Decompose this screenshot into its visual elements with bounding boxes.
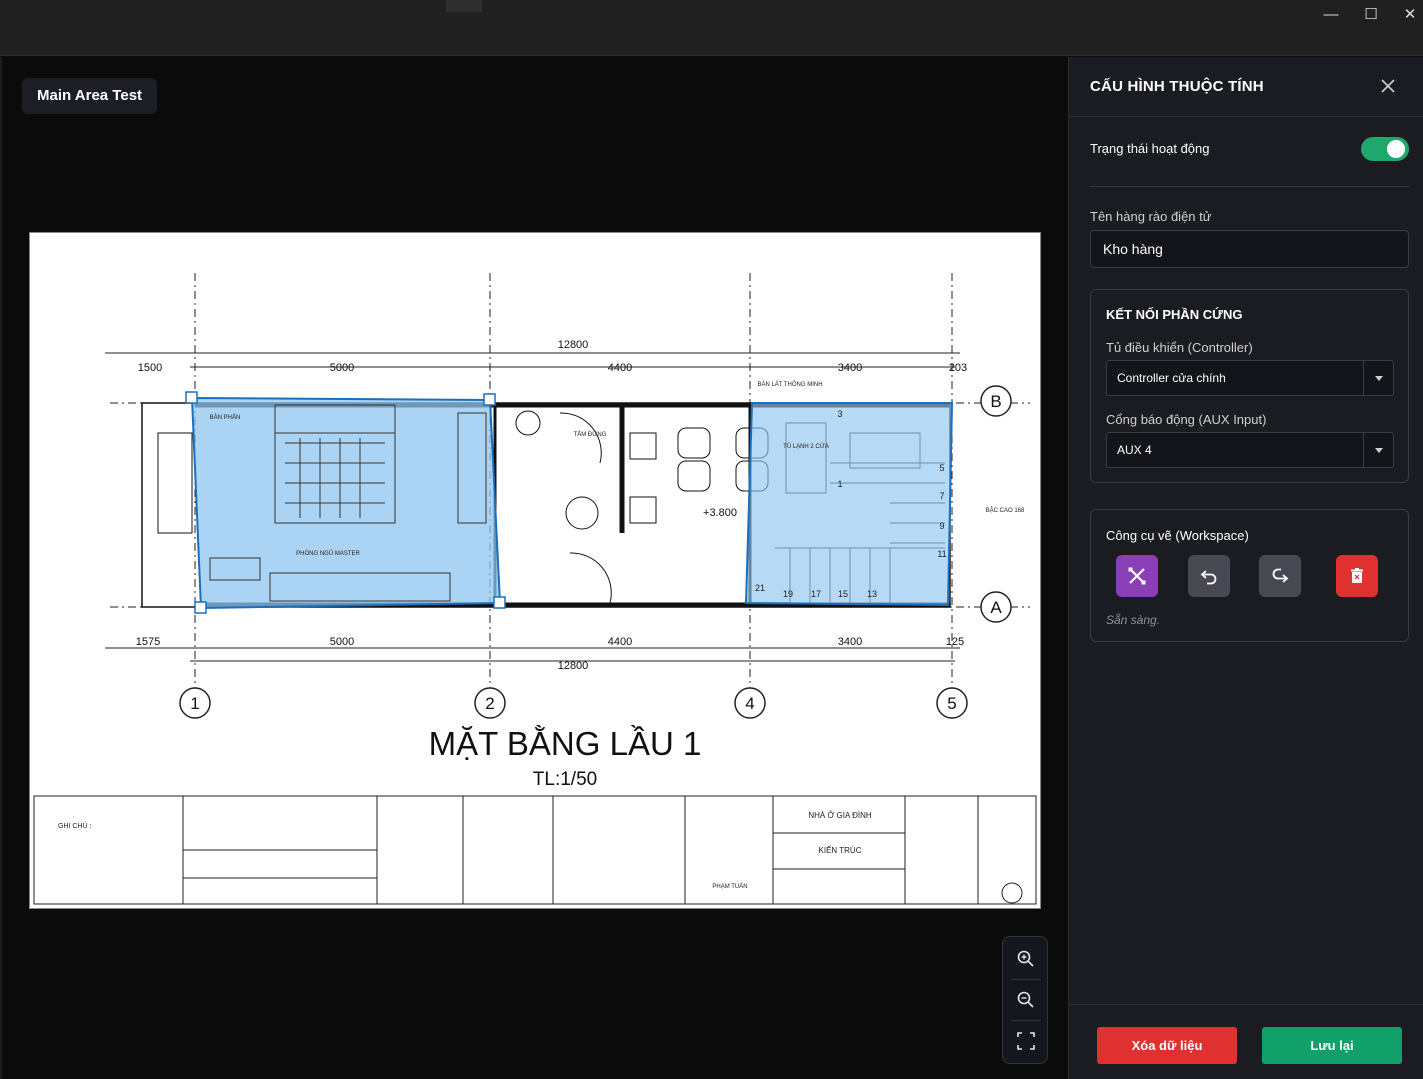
- dim-top-1: 5000: [330, 362, 354, 374]
- aux-label: Cổng báo động (AUX Input): [1106, 412, 1267, 427]
- designer-label: PHẠM TUẤN: [712, 883, 747, 890]
- draw-tool-button[interactable]: [1116, 555, 1158, 597]
- dim-top-3: 3400: [838, 362, 862, 374]
- section-divider: [1090, 186, 1409, 187]
- controller-dropdown-toggle[interactable]: [1363, 361, 1393, 395]
- delete-shape-button[interactable]: [1336, 555, 1378, 597]
- notes-title: GHI CHÚ :: [58, 821, 92, 830]
- room-label: BẬC CAO 168: [986, 507, 1025, 514]
- floor-plan-drawing[interactable]: 1 2 4 5 B A 12800 1500 5000 4400 3400 20…: [29, 232, 1041, 909]
- undo-button[interactable]: [1188, 555, 1230, 597]
- controller-select[interactable]: Controller cửa chính: [1106, 360, 1394, 396]
- titlebar-tab[interactable]: [446, 0, 482, 12]
- clear-data-button[interactable]: Xóa dữ liệu: [1097, 1027, 1237, 1064]
- room-label: TẮM ĐỨNG: [574, 430, 607, 438]
- aux-dropdown-toggle[interactable]: [1363, 433, 1393, 467]
- controller-label: Tủ điều khiển (Controller): [1106, 340, 1253, 355]
- zoom-out-icon: [1017, 991, 1034, 1008]
- workspace-status: Sẵn sàng.: [1106, 613, 1161, 627]
- category-label: KIẾN TRÚC: [819, 845, 862, 855]
- stair-number: 1: [837, 479, 842, 489]
- dim-bottom-3: 3400: [838, 636, 862, 648]
- stair-number: 21: [755, 583, 765, 593]
- redo-icon: [1272, 568, 1289, 583]
- redo-button[interactable]: [1259, 555, 1301, 597]
- status-label: Trạng thái hoạt động: [1090, 141, 1210, 156]
- room-label: BÀN PHẤN: [210, 414, 241, 421]
- dim-top-2: 4400: [608, 362, 632, 374]
- undo-icon: [1200, 570, 1217, 585]
- fit-screen-icon: [1017, 1032, 1035, 1050]
- panel-title: CẤU HÌNH THUỘC TÍNH: [1090, 78, 1264, 95]
- room-label: PHÒNG NGỦ MASTER: [296, 550, 360, 557]
- room-label: BÀN LÁT THÔNG MINH: [757, 381, 822, 388]
- drawing-scale: TL:1/50: [533, 769, 597, 790]
- fence-name-input[interactable]: Kho hàng: [1090, 230, 1409, 268]
- dim-top-4: 203: [949, 362, 967, 374]
- stair-number: 11: [937, 549, 946, 559]
- zoom-controls: [1002, 936, 1048, 1064]
- stair-number: 5: [939, 463, 944, 473]
- vertex-handle[interactable]: [483, 393, 496, 406]
- stair-number: 19: [783, 589, 793, 599]
- chevron-down-icon: [1375, 448, 1383, 453]
- dim-bottom-4: 125: [946, 636, 964, 648]
- hardware-title: KẾT NỐI PHẦN CỨNG: [1106, 307, 1243, 322]
- close-icon[interactable]: [1377, 75, 1399, 97]
- grid-label-5: 5: [947, 694, 956, 713]
- dim-bottom-total: 12800: [558, 660, 589, 672]
- grid-label-1: 1: [190, 694, 199, 713]
- window-titlebar: — ☐ ✕: [0, 0, 1423, 56]
- draw-polygon-icon: [1128, 567, 1146, 585]
- hardware-card: KẾT NỐI PHẦN CỨNG Tủ điều khiển (Control…: [1090, 289, 1409, 483]
- panel-footer: Xóa dữ liệu Lưu lại: [1069, 1004, 1423, 1079]
- panel-header: CẤU HÌNH THUỘC TÍNH: [1069, 57, 1423, 117]
- vertex-handle[interactable]: [493, 596, 506, 609]
- fit-screen-button[interactable]: [1003, 1021, 1049, 1061]
- dim-bottom-0: 1575: [136, 636, 160, 648]
- room-label: TỦ LẠNH 2 CỬA: [783, 443, 829, 450]
- stair-number: 7: [939, 491, 944, 501]
- zone-stair-polygon[interactable]: [744, 402, 954, 607]
- dim-top-0: 1500: [138, 362, 162, 374]
- vertex-handle[interactable]: [194, 601, 207, 614]
- dim-top-total: 12800: [558, 339, 589, 351]
- close-window-button[interactable]: ✕: [1397, 4, 1423, 26]
- vertex-handle[interactable]: [185, 391, 198, 404]
- drawing-title: MẶT BẰNG LẦU 1: [429, 725, 702, 762]
- aux-value: AUX 4: [1117, 443, 1152, 457]
- maximize-button[interactable]: ☐: [1358, 4, 1384, 26]
- dim-bottom-1: 5000: [330, 636, 354, 648]
- area-name-chip: Main Area Test: [22, 78, 158, 114]
- properties-panel: CẤU HÌNH THUỘC TÍNH Trạng thái hoạt động…: [1068, 57, 1423, 1079]
- floor-plan-svg: 1 2 4 5 B A 12800 1500 5000 4400 3400 20…: [33, 273, 1037, 905]
- stair-number: 15: [838, 589, 848, 599]
- chevron-down-icon: [1375, 376, 1383, 381]
- status-toggle[interactable]: [1361, 137, 1409, 161]
- toggle-knob: [1387, 140, 1405, 158]
- stair-number: 13: [867, 589, 877, 599]
- zoom-in-button[interactable]: [1003, 939, 1049, 979]
- stair-number: 3: [837, 409, 842, 419]
- grid-label-4: 4: [745, 694, 754, 713]
- minimize-button[interactable]: —: [1318, 4, 1344, 26]
- aux-select[interactable]: AUX 4: [1106, 432, 1394, 468]
- workspace-card: Công cụ vẽ (Workspace) Sẵn sàng.: [1090, 509, 1409, 642]
- save-button[interactable]: Lưu lại: [1262, 1027, 1402, 1064]
- workspace-title: Công cụ vẽ (Workspace): [1106, 528, 1249, 543]
- project-label: NHÀ Ở GIA ĐÌNH: [808, 811, 872, 820]
- stair-number: 9: [939, 521, 944, 531]
- stair-number: 17: [811, 589, 821, 599]
- grid-label-B: B: [990, 392, 1001, 411]
- controller-value: Controller cửa chính: [1117, 371, 1226, 385]
- dim-bottom-2: 4400: [608, 636, 632, 648]
- fence-name-label: Tên hàng rào điện tử: [1090, 209, 1212, 224]
- zoom-in-icon: [1017, 950, 1034, 967]
- grid-label-2: 2: [485, 694, 494, 713]
- trash-icon: [1351, 568, 1363, 583]
- level-mark: +3.800: [703, 507, 737, 519]
- zoom-out-button[interactable]: [1003, 980, 1049, 1020]
- grid-label-A: A: [990, 598, 1002, 617]
